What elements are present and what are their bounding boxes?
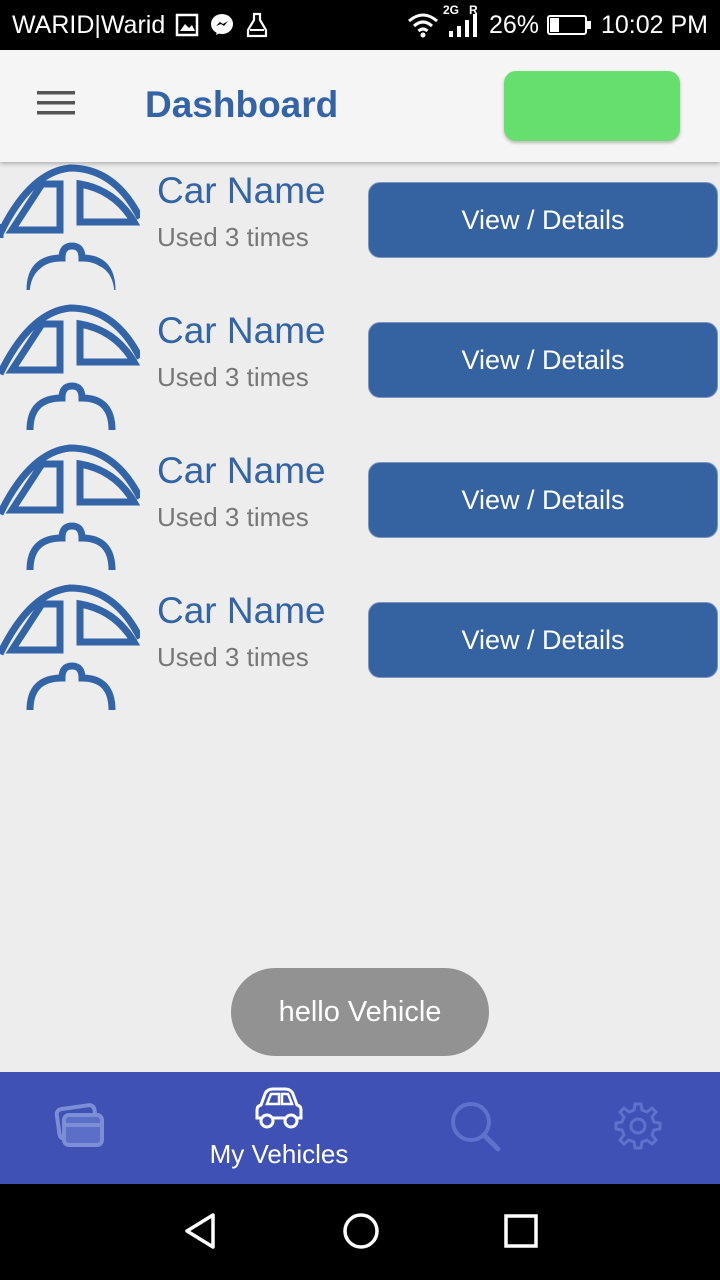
network-type: 2G [442, 3, 459, 17]
signal-icon: 2G R [443, 3, 481, 39]
system-recents-button[interactable] [496, 1208, 546, 1258]
nav-item-settings[interactable] [598, 1072, 678, 1184]
vehicle-row: Car Name Used 3 times View / Details [0, 302, 720, 442]
car-name: Car Name [157, 170, 326, 211]
home-circle-icon [341, 1211, 381, 1256]
view-details-button[interactable]: View / Details [368, 602, 718, 678]
car-usage: Used 3 times [157, 362, 309, 392]
battery-icon [546, 15, 591, 35]
car-name: Car Name [157, 310, 326, 351]
car-name: Car Name [157, 590, 326, 631]
nav-item-search[interactable] [435, 1072, 515, 1184]
clock: 10:02 PM [600, 10, 708, 39]
usb-notification-icon [245, 12, 269, 38]
wifi-icon [407, 12, 439, 38]
page-title: Dashboard [145, 84, 339, 125]
vehicle-list: Car Name Used 3 times View / Details Car… [0, 162, 720, 722]
car-thumbnail [0, 442, 140, 582]
vehicle-row: Car Name Used 3 times View / Details [0, 442, 720, 582]
back-triangle-icon [181, 1211, 221, 1256]
car-name: Car Name [157, 450, 326, 491]
car-icon [253, 1086, 305, 1137]
system-back-button[interactable] [176, 1208, 226, 1258]
view-details-button[interactable]: View / Details [368, 182, 718, 258]
car-icon [0, 584, 140, 711]
status-bar-right: 2G R 26% 10:02 PM [407, 3, 708, 40]
search-icon [448, 1099, 502, 1158]
view-details-button[interactable]: View / Details [368, 462, 718, 538]
car-icon [0, 444, 140, 571]
nav-item-my-vehicles[interactable]: My Vehicles [190, 1072, 368, 1184]
messenger-notification-icon [209, 12, 235, 38]
car-icon [0, 304, 140, 431]
gear-icon [613, 1101, 663, 1156]
system-navigation-bar [0, 1184, 720, 1280]
roaming-indicator: R [468, 3, 478, 17]
car-usage: Used 3 times [157, 502, 309, 532]
nav-item-cards[interactable] [40, 1072, 120, 1184]
battery-percent: 26% [488, 10, 539, 39]
carrier-name: WARID|Warid [12, 10, 166, 39]
recents-square-icon [503, 1213, 539, 1254]
car-thumbnail [0, 302, 140, 442]
status-bar-left: WARID|Warid [12, 11, 269, 40]
menu-button[interactable] [28, 80, 84, 130]
car-icon [0, 164, 140, 297]
nav-label-my-vehicles: My Vehicles [209, 1139, 349, 1169]
hamburger-menu-icon [37, 89, 75, 122]
cards-icon [54, 1101, 106, 1156]
bottom-navigation: My Vehicles [0, 1072, 720, 1184]
car-usage: Used 3 times [157, 642, 309, 672]
status-bar: WARID|Warid 2G R 26% 10:02 PM [0, 0, 720, 50]
system-home-button[interactable] [336, 1208, 386, 1258]
battery-fill [549, 18, 559, 32]
vehicle-row: Car Name Used 3 times View / Details [0, 162, 720, 302]
toast-message: hello Vehicle [231, 968, 489, 1056]
view-details-button[interactable]: View / Details [368, 322, 718, 398]
app-bar: Dashboard [0, 50, 720, 162]
car-usage: Used 3 times [157, 222, 309, 252]
green-action-button[interactable] [504, 71, 680, 141]
vehicle-row: Car Name Used 3 times View / Details [0, 582, 720, 722]
gallery-notification-icon [175, 13, 199, 37]
car-thumbnail [0, 582, 140, 722]
car-thumbnail [0, 162, 140, 302]
